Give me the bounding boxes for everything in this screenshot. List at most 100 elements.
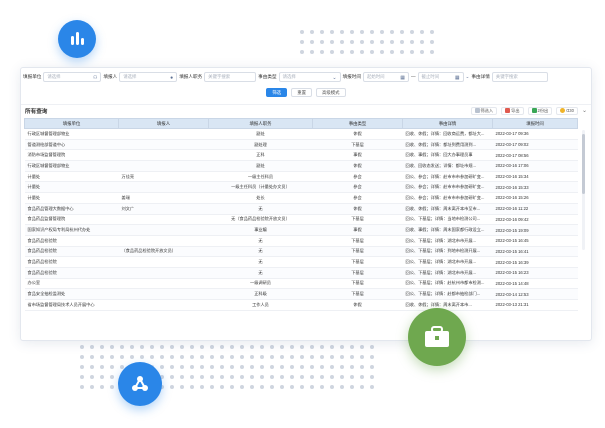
dot xyxy=(250,345,254,349)
time-to-input[interactable]: 截止时间 ▦ xyxy=(417,71,464,82)
table-row[interactable]: 食品药品管理大数据中心 刘文广无休假 回收、休假；详情：周末离开本市至市... 202… xyxy=(24,203,578,215)
dot xyxy=(350,355,354,359)
table-cell: 2022-03-16 15:26 xyxy=(492,192,578,204)
dot xyxy=(300,385,304,389)
dot xyxy=(250,385,254,389)
table-row[interactable]: 行政区城督管理部物业 副处 休假 回收、回收态发送；详情：都址市规... 2022-03… xyxy=(24,160,578,172)
table-cell: 休假 xyxy=(312,203,403,215)
table-row[interactable]: 省市场监督管理局技术人员开展中心 工作人员 休假 回收、休假；详情：周末离开本市...… xyxy=(24,299,578,311)
table-cell: 回收、回收态发送；详情：都址市规... xyxy=(402,160,493,172)
search-button[interactable]: 筛选 xyxy=(266,88,288,97)
table-cell: 副处 xyxy=(208,160,313,172)
dot xyxy=(400,40,404,44)
dot xyxy=(360,385,364,389)
filter-label-type: 事由类型 xyxy=(258,73,277,79)
advanced-mode-button[interactable]: 高级模式 xyxy=(316,88,346,97)
dot xyxy=(340,50,344,54)
excel-export-button[interactable]: 2份出 xyxy=(527,106,553,115)
favorite-button[interactable]: 导出 xyxy=(501,106,524,115)
table-row[interactable]: 食品药品检验院 无下基层 回公、下基层；详情：湖北市市开展... 2022-03-15… xyxy=(24,235,578,247)
time-from-input[interactable]: 起始时间 ▦ xyxy=(362,71,409,82)
table-row[interactable]: 计量处 一级主任科员（计量处办文员） 参会 回公、参会；详情：赴市市市参加研旷变...… xyxy=(24,181,578,194)
table-cell xyxy=(118,149,209,162)
dot xyxy=(290,375,294,379)
table-row[interactable]: 食品药品检验院 无下基层 回公、下基层；详情：湖北市市开展... 2022-03-15… xyxy=(24,267,578,279)
table-cell: 2022-03-15 16:45 xyxy=(492,235,578,247)
scrollbar-thumb[interactable] xyxy=(582,134,585,194)
column-header[interactable]: 填报单位 xyxy=(24,118,119,129)
table-cell: 无（食品药品检验院开放文员） xyxy=(208,214,313,226)
table-cell: 一级主任科员 xyxy=(208,171,313,183)
more-button[interactable]: Ɑ30 xyxy=(556,106,578,115)
type-select[interactable]: 请选择 ⌄ xyxy=(278,71,341,82)
reset-button[interactable]: 重置 xyxy=(291,88,312,97)
table-cell xyxy=(118,160,209,172)
dot xyxy=(100,375,104,379)
dot xyxy=(410,30,414,34)
dot xyxy=(200,365,204,369)
table-cell: 参会 xyxy=(312,171,403,183)
detail-search-input[interactable]: 关键字搜索 xyxy=(491,71,548,82)
table-row[interactable]: 办公室 一级调研员 下基层 回公、下基层；详情：赴杭州市都市检测... 2022-03-… xyxy=(24,278,578,290)
chevron-down-icon[interactable]: ⌄ xyxy=(582,107,587,114)
dot xyxy=(80,355,84,359)
table-cell: 无 xyxy=(208,267,313,279)
table-row[interactable]: 消防市场监督管理院 正科 事假 回收、事假；详情：回大办事理员事 2022-03-17 … xyxy=(24,149,578,162)
dot xyxy=(260,375,264,379)
dot xyxy=(310,375,314,379)
dot xyxy=(240,375,244,379)
table-cell: 回收、休假；详情：回收商运费，都址大... xyxy=(402,128,493,140)
table-row[interactable]: 行政区城督管理部物业 副处 休假 回收、休假；详情：回收商运费，都址大... 2022-… xyxy=(24,128,578,140)
table-row[interactable]: 食品药品检验院 无下基层 回公、下基层；详情：湖北市市开展... 2022-03-15… xyxy=(24,256,578,268)
dot xyxy=(160,355,164,359)
table-cell: 休假 xyxy=(312,128,403,140)
dot xyxy=(320,355,324,359)
unit-select[interactable]: 请选择 ⚇ xyxy=(43,71,102,82)
dot xyxy=(310,40,314,44)
title-search-input[interactable]: 关键字搜索 xyxy=(204,71,257,82)
dot xyxy=(200,355,204,359)
table-row[interactable]: 食品药品检验院 （食品药品检验院开放文员）无下基层 回公、下基层；详情：到地市检测开… xyxy=(24,246,578,258)
dot xyxy=(100,345,104,349)
table-cell xyxy=(118,256,209,268)
table-cell: 休假 xyxy=(312,160,403,172)
dot xyxy=(340,40,344,44)
column-header[interactable]: 填报时间 xyxy=(492,118,578,129)
dot xyxy=(190,375,194,379)
dot xyxy=(210,365,214,369)
scrollbar[interactable] xyxy=(582,130,585,250)
table-row[interactable]: 计量处 姜瑞 处长 参会 回公、参会；详情：赴市市市参加研旷变... 2022-03-16… xyxy=(24,192,578,204)
dot xyxy=(360,30,364,34)
column-header[interactable]: 填报人 xyxy=(118,118,209,129)
table-cell: 下基层 xyxy=(312,278,403,290)
dot xyxy=(210,375,214,379)
table-row[interactable]: 管道测绘部管道中心 副处理 下基层 回收、休假；详情：都址到费用测到... 2022-0… xyxy=(24,139,578,151)
dot xyxy=(110,365,114,369)
person-select[interactable]: 请选择 ● xyxy=(119,71,178,82)
table-row[interactable]: 食品安全抽检监测处 正科级 下基层 回公、下基层；详情：赴都市抽检部门... 2022-… xyxy=(24,288,578,300)
table-cell: 回公、下基层；详情：赴都市抽检部门... xyxy=(402,288,493,300)
column-header[interactable]: 事由类型 xyxy=(312,118,403,129)
column-header[interactable]: 事由详情 xyxy=(402,118,493,129)
table-cell: 食品安全抽检监测处 xyxy=(24,288,119,300)
table-row[interactable]: 国家知识产权局专利局杭州代办处 事业编 事假 回收、事假；详情：周末国家都行政设立..… xyxy=(24,224,578,236)
dot xyxy=(290,355,294,359)
table-cell: 计量处 xyxy=(24,171,119,183)
table-cell: 副处理 xyxy=(208,139,313,151)
table-row[interactable]: 食品药品监督管理院 无（食品药品检验院开放文员） 下基层 回公、下基层；详情：当地市检… xyxy=(24,214,578,226)
table-cell: 下基层 xyxy=(312,214,403,226)
dot xyxy=(140,355,144,359)
table-cell: 回公、下基层；详情：湖北市市开展... xyxy=(402,235,493,247)
table-cell: 2022-03-16 15:33 xyxy=(492,181,578,194)
dot xyxy=(360,40,364,44)
table-cell: 回公、下基层；详情：到地市检测开展... xyxy=(402,246,493,258)
table-cell: 2022-03-15 19:09 xyxy=(492,224,578,236)
dot xyxy=(410,40,414,44)
dot xyxy=(320,385,324,389)
table-cell: 2022-03-15 16:41 xyxy=(492,246,578,258)
table-row[interactable]: 计量处 万佳亮 一级主任科员 参会 回公、参会；详情：赴市市市参加研旷变... 2022-… xyxy=(24,171,578,183)
export-button[interactable]: 筛选入 xyxy=(470,106,498,115)
dot xyxy=(330,40,334,44)
dot xyxy=(250,355,254,359)
column-header[interactable]: 填报人职务 xyxy=(208,118,313,129)
